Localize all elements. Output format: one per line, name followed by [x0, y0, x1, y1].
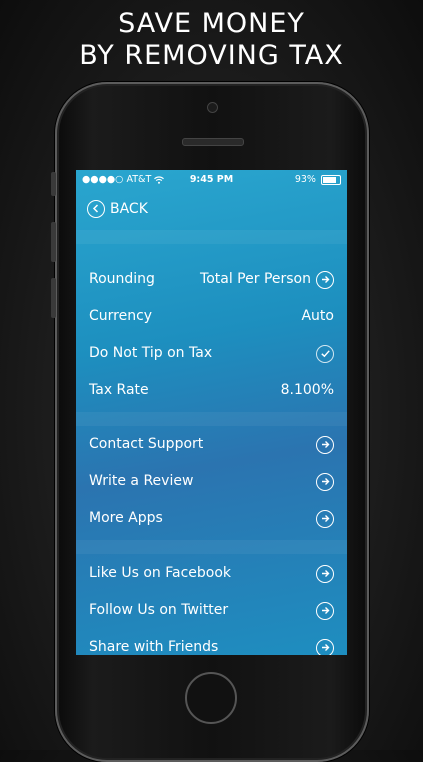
setting-label: Like Us on Facebook [89, 565, 232, 581]
setting-row-currency[interactable]: Currency Auto [76, 298, 347, 335]
setting-value-group: 8.100% [281, 372, 334, 409]
setting-label: Do Not Tip on Tax [89, 345, 213, 361]
setting-row-more-apps[interactable]: More Apps [76, 500, 347, 537]
battery-percent: 93% [294, 174, 316, 185]
setting-value-group [316, 555, 334, 592]
battery-icon [321, 174, 341, 185]
home-button[interactable] [185, 672, 237, 724]
setting-label: Rounding [89, 271, 155, 287]
chevron-circle-right-icon [316, 601, 334, 620]
headline-line-1: SAVE MONEY [118, 8, 305, 39]
headline-line-2: BY REMOVING TAX [79, 40, 344, 71]
setting-row-like-facebook[interactable]: Like Us on Facebook [76, 555, 347, 592]
setting-value-group [316, 463, 334, 500]
chevron-circle-right-icon [316, 564, 334, 583]
status-bar: ●●●●○ AT&T 9:45 PM 93% [76, 170, 347, 190]
setting-label: Tax Rate [89, 382, 149, 398]
setting-value-group [316, 629, 334, 655]
setting-label: Share with Friends [89, 639, 219, 655]
volume-down-button [51, 278, 56, 318]
back-button[interactable]: BACK [87, 199, 148, 219]
setting-row-share-friends[interactable]: Share with Friends [76, 629, 347, 655]
chevron-circle-right-icon [316, 472, 334, 491]
setting-value: Total Per Person [200, 271, 311, 287]
setting-value-group: Total Per Person [200, 261, 334, 298]
promo-headline: SAVE MONEY BY REMOVING TAX [0, 8, 423, 72]
chevron-circle-right-icon [316, 509, 334, 528]
checkmark-circle-icon[interactable] [316, 344, 334, 363]
chevron-circle-right-icon [316, 435, 334, 454]
earpiece-speaker [182, 138, 244, 146]
section-separator [76, 540, 347, 554]
setting-label: Contact Support [89, 436, 204, 452]
setting-value: 8.100% [280, 382, 334, 398]
setting-label: Follow Us on Twitter [89, 602, 229, 618]
volume-up-button [51, 222, 56, 262]
setting-label: Write a Review [89, 473, 194, 489]
app-screen: ●●●●○ AT&T 9:45 PM 93% BACK Rounding Tot [76, 170, 347, 655]
setting-row-tax-rate[interactable]: Tax Rate 8.100% [76, 372, 347, 409]
setting-value-group [316, 335, 334, 372]
setting-row-rounding[interactable]: Rounding Total Per Person [76, 261, 347, 298]
chevron-circle-right-icon [316, 638, 334, 655]
setting-value: Auto [301, 308, 334, 324]
back-label: BACK [110, 201, 148, 217]
setting-row-contact-support[interactable]: Contact Support [76, 426, 347, 463]
setting-row-write-a-review[interactable]: Write a Review [76, 463, 347, 500]
battery-info: 93% [295, 170, 341, 190]
setting-row-follow-twitter[interactable]: Follow Us on Twitter [76, 592, 347, 629]
setting-value-group [316, 500, 334, 537]
chevron-circle-right-icon [316, 270, 334, 289]
battery-level [323, 176, 337, 183]
mute-switch [51, 172, 56, 196]
section-separator [76, 412, 347, 426]
setting-label: More Apps [89, 510, 163, 526]
setting-value-group [316, 426, 334, 463]
setting-row-do-not-tip-on-tax[interactable]: Do Not Tip on Tax [76, 335, 347, 372]
setting-value-group: Auto [301, 298, 334, 335]
setting-label: Currency [89, 308, 153, 324]
front-camera [207, 102, 218, 113]
setting-value-group [316, 592, 334, 629]
chevron-left-circle-icon [87, 200, 105, 218]
section-separator [76, 230, 347, 244]
